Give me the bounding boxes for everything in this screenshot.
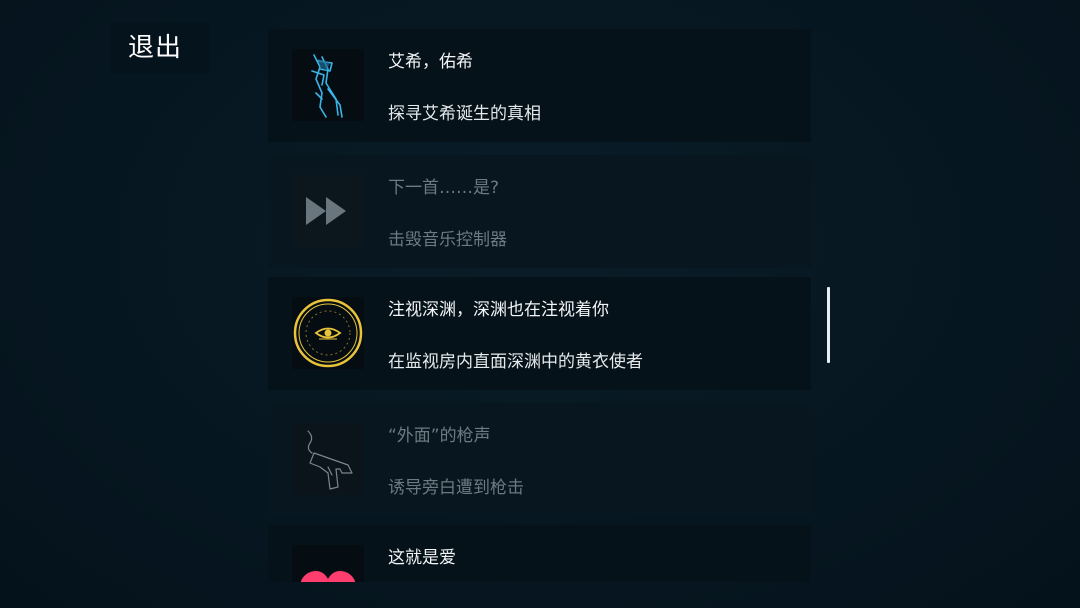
achievement-list[interactable]: 艾希，佑希 探寻艾希诞生的真相 下一首……是? 击毁音乐控制器 注视深渊，深渊也… [268,29,811,582]
achievement-description: 诱导旁白遭到枪击 [388,478,524,498]
achievement-title: “外面”的枪声 [388,426,491,446]
pink-heart-icon [292,545,364,582]
exit-button[interactable]: 退出 [110,22,210,74]
achievement-title: 这就是爱 [388,548,456,568]
blue-sword-icon [292,49,364,121]
achievement-title: 艾希，佑希 [388,52,473,72]
fast-forward-icon [292,175,364,247]
achievement-description: 在监视房内直面深渊中的黄衣使者 [388,352,643,372]
achievement-item[interactable]: 这就是爱 [268,525,811,582]
achievement-title: 下一首……是? [388,178,500,198]
smoking-pistol-icon [292,423,364,495]
achievement-item[interactable]: 注视深渊，深渊也在注视着你 在监视房内直面深渊中的黄衣使者 [268,277,811,390]
achievement-description: 击毁音乐控制器 [388,230,507,250]
achievements-screen: 退出 艾希，佑希 探寻艾希诞生的真相 下一首……是? 击毁音乐控制器 注视深渊，… [0,0,1080,608]
achievement-title: 注视深渊，深渊也在注视着你 [388,300,609,320]
achievement-item-locked[interactable]: “外面”的枪声 诱导旁白遭到枪击 [268,403,811,516]
achievement-item[interactable]: 艾希，佑希 探寻艾希诞生的真相 [268,29,811,142]
yellow-eye-emblem-icon [292,297,364,369]
scrollbar[interactable] [827,287,830,363]
achievement-description: 探寻艾希诞生的真相 [388,104,541,124]
achievement-item-locked[interactable]: 下一首……是? 击毁音乐控制器 [268,155,811,268]
